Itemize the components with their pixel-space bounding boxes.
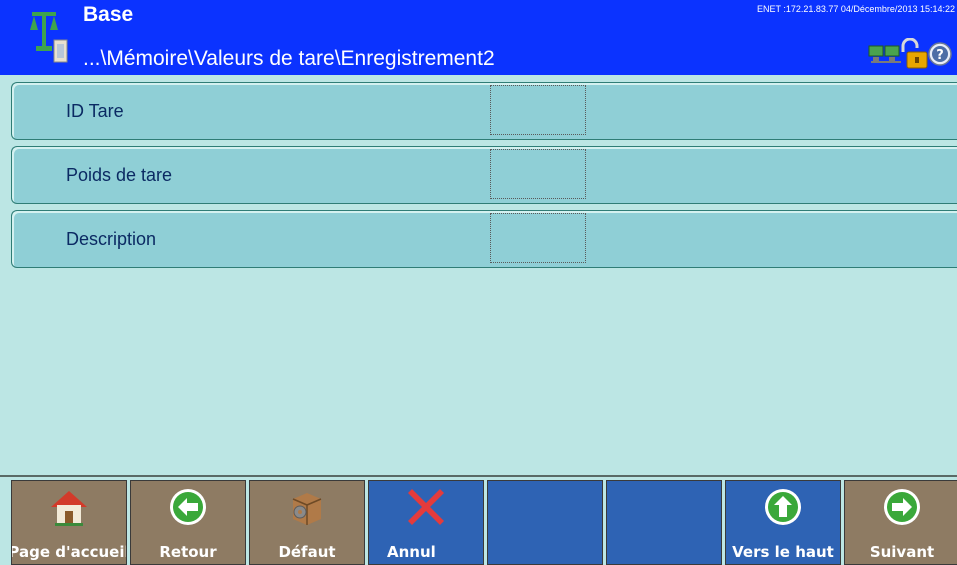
arrow-right-icon: [884, 489, 920, 525]
empty-softkey[interactable]: [487, 480, 603, 565]
field-row-description[interactable]: Description: [11, 210, 957, 268]
app-title: Base: [83, 3, 134, 26]
next-softkey[interactable]: Suivant: [844, 480, 957, 565]
softkey-label: Vers le haut: [732, 543, 834, 561]
home-softkey[interactable]: Page d'accueil: [11, 480, 127, 565]
status-line: ENET :172.21.83.77 04/Décembre/2013 15:1…: [757, 4, 955, 14]
field-row-tare-weight[interactable]: Poids de tare: [11, 146, 957, 204]
default-softkey[interactable]: Défaut: [249, 480, 365, 565]
form-area: ID Tare Poids de tare Description: [0, 75, 957, 475]
breadcrumb-path: ...\Mémoire\Valeurs de tare\Enregistreme…: [83, 47, 495, 70]
home-icon: [51, 491, 87, 526]
field-label: Poids de tare: [66, 165, 173, 185]
padlock-icon[interactable]: [901, 38, 928, 69]
field-label: Description: [66, 229, 157, 249]
softkey-label: Retour: [159, 543, 217, 561]
softkey-label: Annul: [387, 543, 436, 561]
field-value-box[interactable]: [490, 85, 586, 135]
arrow-left-icon: [170, 489, 206, 525]
help-icon[interactable]: ?: [928, 42, 952, 66]
cancel-softkey[interactable]: Annul: [368, 480, 484, 565]
network-icon: [868, 45, 901, 63]
arrow-up-icon: [765, 489, 801, 525]
field-value-box[interactable]: [490, 149, 586, 199]
field-value-box[interactable]: [490, 213, 586, 263]
status-icons: ?: [868, 38, 952, 69]
field-label: ID Tare: [66, 101, 124, 121]
svg-text:?: ?: [936, 48, 944, 63]
softkey-label: Suivant: [869, 543, 935, 561]
back-softkey[interactable]: Retour: [130, 480, 246, 565]
field-row-tare-id[interactable]: ID Tare: [11, 82, 957, 140]
softkey-bar: Page d'accueil Retour Défaut Annul Vers …: [0, 477, 957, 565]
scale-icon: [30, 12, 68, 63]
softkey-label: Page d'accueil: [11, 543, 127, 561]
reset-box-icon: [292, 493, 322, 525]
cancel-x-icon: [408, 489, 444, 525]
empty-softkey[interactable]: [606, 480, 722, 565]
page-up-softkey[interactable]: Vers le haut: [725, 480, 841, 565]
softkey-label: Défaut: [278, 543, 336, 561]
header-bar: Base ...\Mémoire\Valeurs de tare\Enregis…: [0, 0, 957, 75]
